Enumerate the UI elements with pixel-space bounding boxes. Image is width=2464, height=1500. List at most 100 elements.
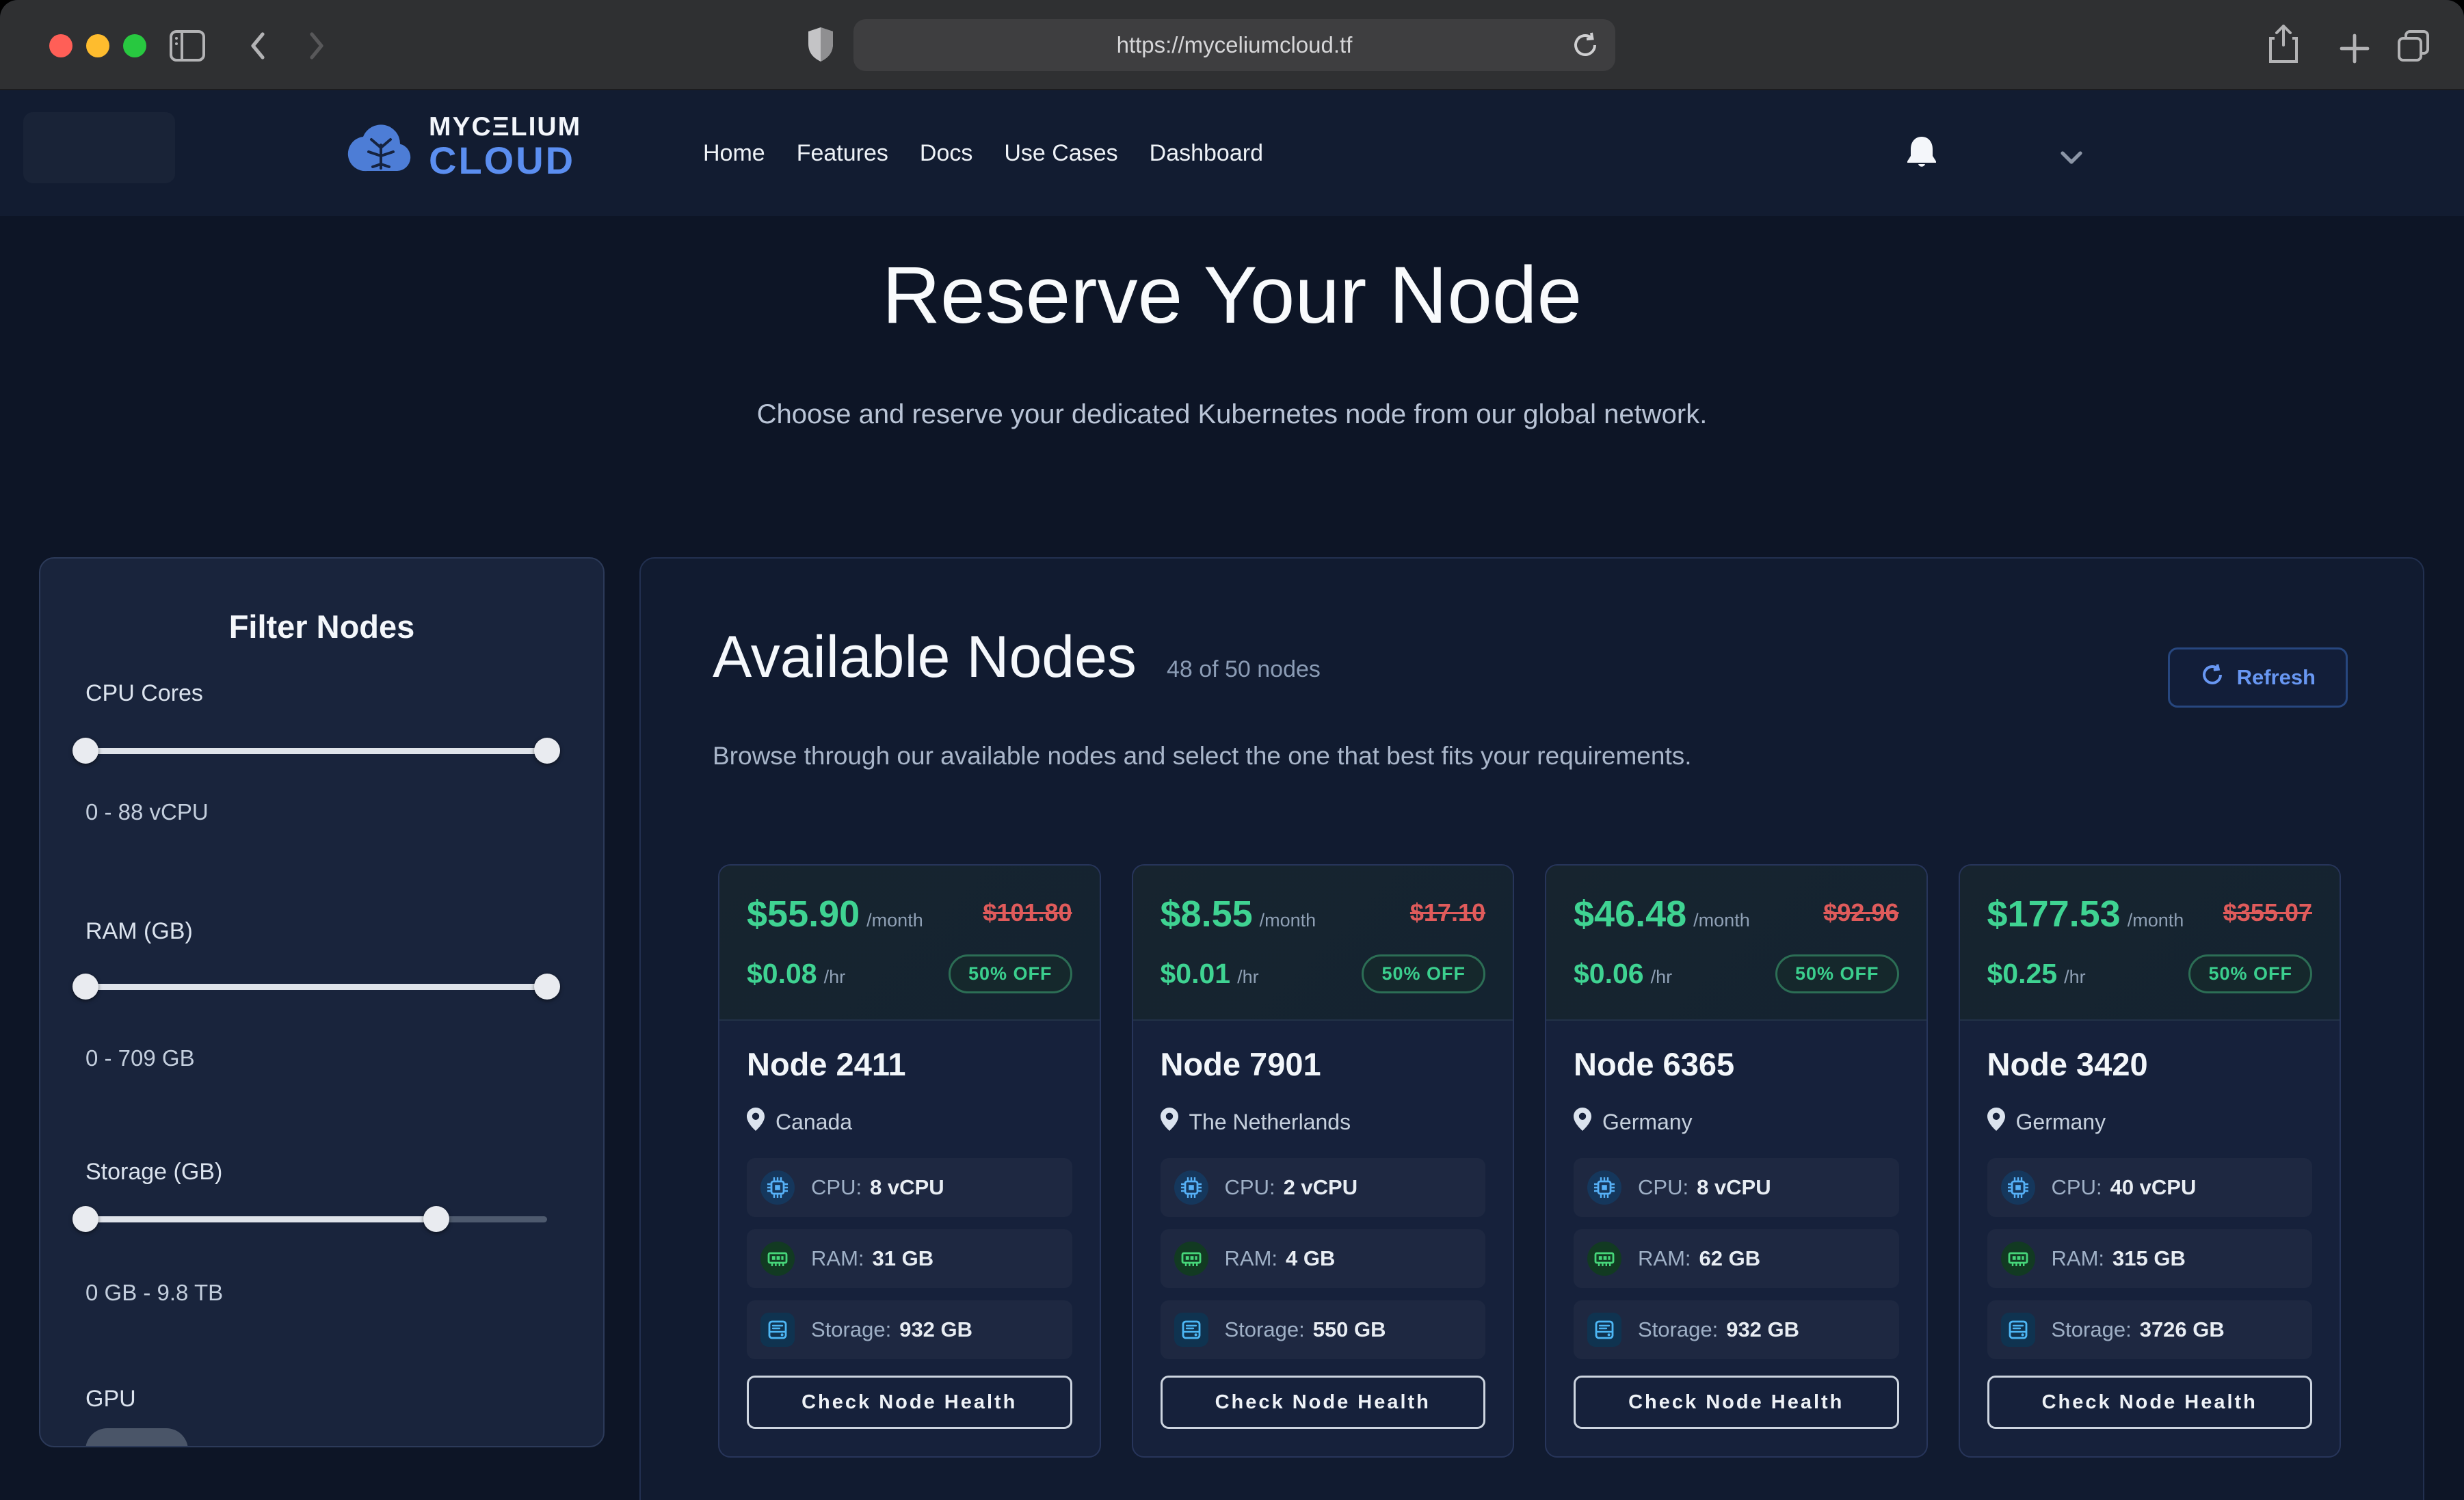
cpu-cores-slider[interactable] (85, 738, 547, 764)
refresh-button[interactable]: Refresh (2168, 647, 2348, 708)
browser-window: https://myceliumcloud.tf MYCΞLIUM CLOUD (0, 0, 2464, 1500)
zoom-window-button[interactable] (123, 34, 146, 57)
cpu-spec-row: CPU:40 vCPU (1987, 1158, 2313, 1217)
slider-handle-min[interactable] (72, 974, 98, 1000)
cpu-icon (2001, 1170, 2035, 1205)
reload-icon[interactable] (1570, 30, 1600, 60)
ram-value: 31 GB (873, 1246, 934, 1270)
nodes-header: Available Nodes 48 of 50 nodes (713, 624, 1321, 691)
notification-bell-icon[interactable] (1907, 135, 1937, 173)
ram-label: RAM: (1225, 1246, 1278, 1270)
location-pin-icon (747, 1108, 765, 1136)
node-location: Canada (747, 1108, 1072, 1136)
brand-logo[interactable]: MYCΞLIUM CLOUD (345, 113, 581, 180)
refresh-icon (2200, 662, 2225, 693)
node-name: Node 7901 (1161, 1045, 1486, 1083)
spec-list: CPU:40 vCPU RAM:315 GB Storage:3726 GB (1987, 1158, 2313, 1359)
cpu-label: CPU: (1638, 1175, 1688, 1199)
sidebar-toggle-icon[interactable] (170, 30, 205, 62)
node-cards: $55.90 /month $101.80 $0.08 /hr 50% OFF … (718, 864, 2341, 1458)
cpu-label: CPU: (811, 1175, 862, 1199)
storage-slider[interactable] (85, 1206, 547, 1232)
brain-cloud-logo-icon (345, 113, 416, 180)
ram-range-text: 0 - 709 GB (85, 1045, 195, 1071)
nav-link-home[interactable]: Home (703, 140, 765, 167)
slider-handle-min[interactable] (72, 738, 98, 764)
url-text: https://myceliumcloud.tf (1117, 32, 1353, 58)
ram-icon (2001, 1242, 2035, 1276)
node-card-pricing: $8.55 /month $17.10 $0.01 /hr 50% OFF (1133, 866, 1513, 1021)
cpu-icon (760, 1170, 795, 1205)
node-card-body: Node 2411 Canada CPU:8 vCPU (719, 1021, 1100, 1456)
ram-label: RAM: (1638, 1246, 1691, 1270)
cpu-range-text: 0 - 88 vCPU (85, 799, 209, 825)
ram-label: RAM: (811, 1246, 864, 1270)
check-node-health-button[interactable]: Check Node Health (1574, 1376, 1899, 1429)
nav-link-use-cases[interactable]: Use Cases (1004, 140, 1117, 167)
gpu-toggle[interactable] (85, 1428, 188, 1447)
slider-handle-max[interactable] (534, 974, 560, 1000)
discount-badge: 50% OFF (1362, 954, 1485, 993)
slider-handle-max[interactable] (534, 738, 560, 764)
ram-spec-row: RAM: 315 GB (1987, 1229, 2313, 1288)
node-location: Germany (1574, 1108, 1899, 1136)
skeleton-rect (23, 112, 175, 183)
ram-label: RAM (GB) (85, 918, 193, 945)
cpu-spec-row: CPU:8 vCPU (747, 1158, 1072, 1217)
node-card: $46.48 /month $92.96 $0.06 /hr 50% OFF N… (1545, 864, 1928, 1458)
ram-icon (1174, 1242, 1208, 1276)
storage-spec-row: Storage:932 GB (747, 1300, 1072, 1359)
check-node-health-button[interactable]: Check Node Health (1161, 1376, 1486, 1429)
node-location: The Netherlands (1161, 1108, 1486, 1136)
nav-link-features[interactable]: Features (797, 140, 888, 167)
hourly-price: $0.25 /hr (1987, 958, 2086, 990)
filter-panel: Filter Nodes CPU Cores 0 - 88 vCPU RAM (… (39, 557, 605, 1447)
minimize-window-button[interactable] (86, 34, 109, 57)
account-chevron-down-icon[interactable] (2060, 150, 2083, 169)
storage-label: Storage: (2052, 1317, 2132, 1341)
browser-chrome: https://myceliumcloud.tf (0, 0, 2464, 90)
original-price: $101.80 (983, 898, 1072, 927)
slider-fill (85, 748, 547, 754)
slider-handle-min[interactable] (72, 1206, 98, 1232)
cpu-label: CPU: (1225, 1175, 1275, 1199)
new-tab-icon[interactable] (2339, 33, 2370, 64)
ram-value: 62 GB (1699, 1246, 1761, 1270)
nav-link-docs[interactable]: Docs (920, 140, 972, 167)
close-window-button[interactable] (49, 34, 72, 57)
cpu-cores-label: CPU Cores (85, 680, 203, 707)
ram-label: RAM: (2052, 1246, 2105, 1270)
storage-value: 550 GB (1313, 1317, 1386, 1341)
node-name: Node 3420 (1987, 1045, 2313, 1083)
ram-value: 315 GB (2112, 1246, 2186, 1270)
original-price: $92.96 (1823, 898, 1898, 927)
slider-handle-max[interactable] (423, 1206, 449, 1232)
node-card-pricing: $177.53 /month $355.07 $0.25 /hr 50% OFF (1960, 866, 2340, 1021)
storage-value: 932 GB (899, 1317, 972, 1341)
forward-button[interactable] (302, 30, 330, 62)
storage-range-text: 0 GB - 9.8 TB (85, 1280, 223, 1306)
cpu-label: CPU: (2052, 1175, 2102, 1199)
check-node-health-button[interactable]: Check Node Health (747, 1376, 1072, 1429)
discount-badge: 50% OFF (1775, 954, 1899, 993)
ram-slider[interactable] (85, 974, 547, 1000)
tab-overview-icon[interactable] (2396, 29, 2430, 63)
address-bar[interactable]: https://myceliumcloud.tf (853, 19, 1615, 71)
ram-icon (760, 1242, 795, 1276)
back-button[interactable] (245, 30, 272, 62)
ram-value: 4 GB (1286, 1246, 1335, 1270)
hourly-price: $0.08 /hr (747, 958, 845, 990)
monthly-price: $46.48 /month (1574, 893, 1750, 935)
node-card-body: Node 3420 Germany CPU:40 vCPU (1960, 1021, 2340, 1456)
share-icon[interactable] (2268, 25, 2299, 64)
check-node-health-button[interactable]: Check Node Health (1987, 1376, 2313, 1429)
monthly-price: $8.55 /month (1161, 893, 1316, 935)
node-card: $8.55 /month $17.10 $0.01 /hr 50% OFF No… (1132, 864, 1515, 1458)
location-pin-icon (1574, 1108, 1591, 1136)
location-name: Canada (776, 1110, 852, 1135)
hourly-price: $0.06 /hr (1574, 958, 1672, 990)
storage-icon (1174, 1313, 1208, 1347)
nav-link-dashboard[interactable]: Dashboard (1150, 140, 1263, 167)
privacy-shield-icon[interactable] (806, 26, 836, 64)
node-card: $55.90 /month $101.80 $0.08 /hr 50% OFF … (718, 864, 1101, 1458)
